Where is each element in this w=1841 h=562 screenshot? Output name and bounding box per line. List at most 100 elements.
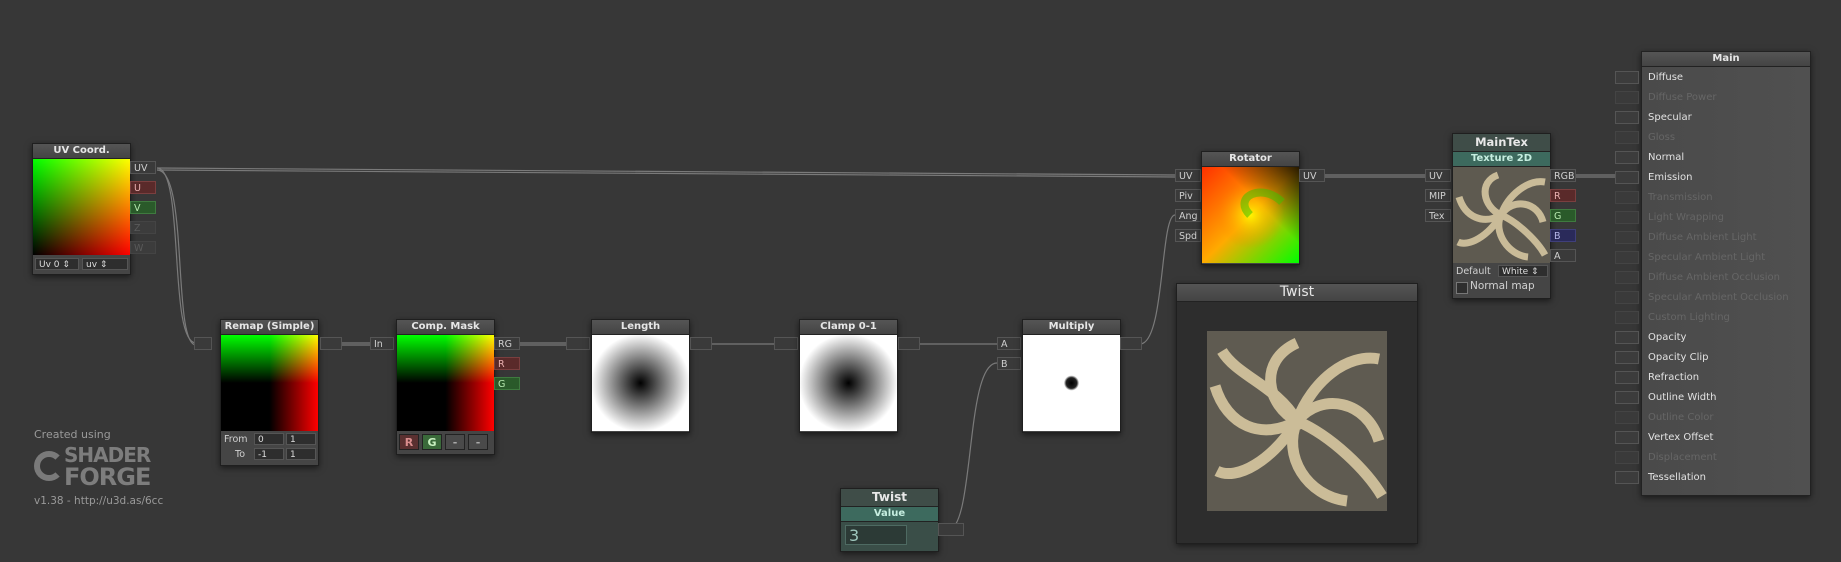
remap-from-label: From — [224, 434, 248, 445]
comp-mask-channel-a[interactable]: - — [468, 434, 488, 450]
main-input-row[interactable]: Specular Ambient Occlusion — [1615, 289, 1810, 306]
main-input-port[interactable] — [1615, 131, 1639, 144]
main-input-port[interactable] — [1615, 431, 1639, 444]
rotator-in-spd[interactable]: Spd — [1175, 229, 1201, 242]
comp-mask-out-r[interactable]: R — [494, 357, 520, 370]
normal-map-checkbox[interactable] — [1456, 282, 1468, 294]
main-input-port[interactable] — [1615, 211, 1639, 224]
main-input-port[interactable] — [1615, 451, 1639, 464]
uv-coord-out-w[interactable]: W — [130, 241, 156, 254]
uv-mode-dropdown[interactable]: uv ⇕ — [82, 258, 128, 270]
uv-coord-out-v[interactable]: V — [130, 201, 156, 214]
main-input-row[interactable]: Normal — [1615, 149, 1810, 166]
remap-out[interactable] — [320, 337, 342, 350]
multiply-out[interactable] — [1120, 337, 1142, 350]
comp-mask-channel-b[interactable]: - — [445, 434, 465, 450]
length-out[interactable] — [690, 337, 712, 350]
main-input-row[interactable]: Diffuse Ambient Light — [1615, 229, 1810, 246]
maintex-out-r[interactable]: R — [1550, 189, 1576, 202]
comp-mask-out-g[interactable]: G — [494, 377, 520, 390]
remap-to-min[interactable]: -1 — [254, 448, 284, 460]
uv-channel-dropdown[interactable]: Uv 0 ⇕ — [35, 258, 79, 270]
maintex-default-dropdown[interactable]: White ⇕ — [1498, 265, 1548, 277]
comp-mask-channel-r[interactable]: R — [399, 434, 419, 450]
remap-node[interactable]: Remap (Simple) From 0 1 To -1 1 — [220, 319, 319, 466]
main-input-row[interactable]: Opacity — [1615, 329, 1810, 346]
main-input-port[interactable] — [1615, 111, 1639, 124]
main-input-row[interactable]: Outline Width — [1615, 389, 1810, 406]
rotator-node[interactable]: Rotator — [1201, 151, 1300, 265]
main-input-port[interactable] — [1615, 371, 1639, 384]
maintex-out-b[interactable]: B — [1550, 229, 1576, 242]
main-input-row[interactable]: Emission — [1615, 169, 1810, 186]
twist-value-out[interactable] — [938, 523, 964, 536]
uv-coord-out-z[interactable]: Z — [130, 221, 156, 234]
uv-coord-node[interactable]: UV Coord. Uv 0 ⇕ uv ⇕ — [32, 143, 131, 275]
comp-mask-node[interactable]: Comp. Mask R G - - — [396, 319, 495, 455]
multiply-in-b[interactable]: B — [997, 357, 1021, 370]
main-input-row[interactable]: Specular Ambient Light — [1615, 249, 1810, 266]
main-input-port[interactable] — [1615, 191, 1639, 204]
rotator-out-uv[interactable]: UV — [1299, 169, 1325, 182]
main-input-port[interactable] — [1615, 251, 1639, 264]
main-input-row[interactable]: Light Wrapping — [1615, 209, 1810, 226]
main-input-port[interactable] — [1615, 71, 1639, 84]
maintex-out-a[interactable]: A — [1550, 249, 1576, 262]
maintex-in-mip[interactable]: MIP — [1425, 189, 1451, 202]
maintex-out-rgb[interactable]: RGB — [1550, 169, 1576, 182]
main-input-port[interactable] — [1615, 411, 1639, 424]
maintex-node[interactable]: MainTex Texture 2D Default White ⇕ Norma… — [1452, 133, 1551, 299]
main-input-row[interactable]: Diffuse — [1615, 69, 1810, 86]
clamp-node[interactable]: Clamp 0-1 — [799, 319, 898, 433]
main-input-row[interactable]: Diffuse Power — [1615, 89, 1810, 106]
main-input-port[interactable] — [1615, 331, 1639, 344]
remap-in[interactable] — [194, 337, 212, 350]
main-input-port[interactable] — [1615, 271, 1639, 284]
comp-mask-in[interactable]: In — [370, 337, 394, 350]
uv-coord-out-u[interactable]: U — [130, 181, 156, 194]
main-input-port[interactable] — [1615, 171, 1639, 184]
rotator-in-piv[interactable]: Piv — [1175, 189, 1201, 202]
rotator-in-ang[interactable]: Ang — [1175, 209, 1201, 222]
multiply-node[interactable]: Multiply — [1022, 319, 1121, 433]
main-input-row[interactable]: Specular — [1615, 109, 1810, 126]
length-node[interactable]: Length — [591, 319, 690, 433]
maintex-in-tex[interactable]: Tex — [1425, 209, 1451, 222]
main-input-row[interactable]: Opacity Clip — [1615, 349, 1810, 366]
main-output-panel[interactable]: Main Diffuse Diffuse Power Specular Gloss No… — [1615, 51, 1811, 496]
main-input-port[interactable] — [1615, 391, 1639, 404]
main-input-row[interactable]: Displacement — [1615, 449, 1810, 466]
clamp-out[interactable] — [898, 337, 920, 350]
comp-mask-out-rg[interactable]: RG — [494, 337, 520, 350]
twist-value-node[interactable]: Twist Value 3 — [840, 488, 939, 552]
main-input-port[interactable] — [1615, 311, 1639, 324]
remap-from-max[interactable]: 1 — [286, 433, 316, 445]
main-input-port[interactable] — [1615, 351, 1639, 364]
main-input-port[interactable] — [1615, 291, 1639, 304]
comp-mask-channel-g[interactable]: G — [422, 434, 442, 450]
main-input-port[interactable] — [1615, 471, 1639, 484]
main-input-row[interactable]: Transmission — [1615, 189, 1810, 206]
multiply-in-a[interactable]: A — [997, 337, 1021, 350]
uv-coord-out-uv[interactable]: UV — [130, 161, 156, 174]
main-input-row[interactable]: Tessellation — [1615, 469, 1810, 486]
main-input-row[interactable]: Outline Color — [1615, 409, 1810, 426]
main-input-row[interactable]: Vertex Offset — [1615, 429, 1810, 446]
main-input-port[interactable] — [1615, 231, 1639, 244]
length-in[interactable] — [566, 337, 590, 350]
remap-from-min[interactable]: 0 — [254, 433, 284, 445]
twist-value-input[interactable]: 3 — [845, 525, 907, 545]
main-input-row[interactable]: Diffuse Ambient Occlusion — [1615, 269, 1810, 286]
rotator-in-uv[interactable]: UV — [1175, 169, 1201, 182]
main-input-port[interactable] — [1615, 91, 1639, 104]
main-input-row[interactable]: Gloss — [1615, 129, 1810, 146]
twist-preview-panel[interactable]: Twist — [1176, 283, 1418, 544]
main-input-port[interactable] — [1615, 151, 1639, 164]
clamp-in[interactable] — [774, 337, 798, 350]
main-input-row[interactable]: Refraction — [1615, 369, 1810, 386]
maintex-out-g[interactable]: G — [1550, 209, 1576, 222]
main-input-row[interactable]: Custom Lighting — [1615, 309, 1810, 326]
main-title: Main — [1642, 52, 1810, 67]
maintex-in-uv[interactable]: UV — [1425, 169, 1451, 182]
remap-to-max[interactable]: 1 — [286, 448, 316, 460]
